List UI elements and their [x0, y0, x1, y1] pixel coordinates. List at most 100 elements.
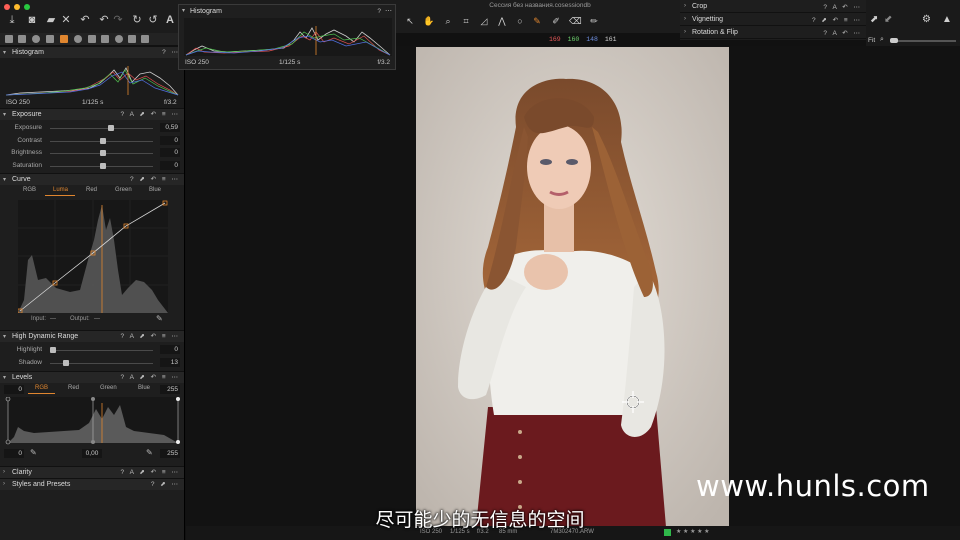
highlight-slider-track[interactable] [50, 350, 153, 351]
text-icon[interactable]: A [164, 14, 176, 26]
curve-tab-blue[interactable]: Blue [149, 187, 161, 193]
styles-section-header[interactable]: › Styles and Presets ? ⬈ ⋯ [0, 478, 184, 490]
levels-top-right-value[interactable]: 255 [160, 385, 180, 394]
rotate-icon[interactable]: ↺ [147, 14, 159, 26]
exposure-value[interactable]: 0,59 [160, 123, 180, 132]
crop-section-header[interactable]: › Crop ? A ↶ ⋯ [680, 0, 866, 13]
brightness-slider-knob[interactable] [100, 150, 106, 156]
camera-icon[interactable]: ◙ [26, 14, 38, 26]
vignetting-section-header[interactable]: › Vignetting ? ⬈ ↶ ≡ ⋯ [680, 13, 866, 26]
shadow-slider-knob[interactable] [63, 359, 69, 366]
annotate-tool-icon[interactable]: ✏ [588, 15, 600, 27]
zoom-slider-knob[interactable] [890, 38, 898, 43]
apply-icon[interactable]: ⬋ [884, 14, 892, 25]
crop-tool-icon[interactable]: ⌗ [460, 15, 472, 27]
undo-icon[interactable]: ↶ [79, 14, 91, 26]
picker-tool-icon[interactable]: ✎ [531, 15, 543, 27]
minimize-window-button[interactable] [14, 4, 20, 10]
levels-tab-red[interactable]: Red [68, 385, 79, 391]
redo-icon[interactable]: ↷ [112, 14, 124, 26]
tab-exposure[interactable] [60, 35, 68, 43]
tab-library[interactable] [5, 35, 13, 43]
exposure-section-header[interactable]: ▾ Exposure ? A ⬈ ↶ ≡ ⋯ [0, 108, 184, 120]
tab-local[interactable] [88, 35, 96, 43]
folder-icon[interactable]: ▰ [45, 14, 57, 26]
eraser-tool-icon[interactable]: ⌫ [569, 15, 582, 27]
exposure-slider-knob[interactable] [108, 125, 114, 131]
section-controls[interactable]: ? A ⬈ ↶ ≡ ⋯ [121, 332, 180, 340]
section-controls[interactable]: ? A ⬈ ↶ ≡ ⋯ [121, 468, 180, 476]
section-controls[interactable]: ? A ↶ ⋯ [823, 3, 862, 11]
saturation-slider-knob[interactable] [100, 162, 106, 169]
reset-icon[interactable]: ↻ [131, 14, 143, 26]
zoom-tool-icon[interactable]: ⌕ [442, 15, 454, 27]
exposure-slider-track[interactable] [50, 128, 153, 129]
spot-tool-icon[interactable]: ○ [514, 15, 526, 27]
levels-bottom-mid-value[interactable]: 0,00 [82, 449, 102, 458]
hdr-section-header[interactable]: ▾ High Dynamic Range ? A ⬈ ↶ ≡ ⋯ [0, 330, 184, 342]
tab-batch[interactable] [141, 35, 149, 43]
help-icon[interactable]: ? [377, 8, 381, 15]
tab-output[interactable] [128, 35, 136, 43]
curve-tab-green[interactable]: Green [115, 187, 132, 193]
section-controls[interactable]: ? ⬈ ↶ ≡ ⋯ [812, 16, 862, 24]
tab-capture[interactable] [18, 35, 26, 43]
contrast-slider-knob[interactable] [100, 137, 106, 144]
more-icon[interactable]: ⋯ [385, 7, 392, 15]
delete-icon[interactable]: ✕ [60, 14, 72, 26]
floating-histogram-window[interactable]: ▾ Histogram ? ⋯ ISO 250 1/125 s f/3.2 [178, 4, 396, 70]
section-controls[interactable]: ? A ⬈ ↶ ≡ ⋯ [121, 373, 180, 381]
curve-tab-luma[interactable]: Luma [53, 187, 68, 193]
color-tag-icon[interactable] [664, 529, 671, 536]
keystone-tool-icon[interactable]: ⋀ [496, 15, 508, 27]
levels-bottom-left-value[interactable]: 0 [4, 449, 24, 458]
zoom-slider[interactable] [890, 38, 956, 43]
saturation-value[interactable]: 0 [160, 160, 180, 170]
straighten-tool-icon[interactable]: ◿ [478, 15, 490, 27]
curve-graph[interactable] [18, 200, 168, 313]
brightness-value[interactable]: 0 [160, 148, 180, 157]
undo2-icon[interactable]: ↶ [98, 14, 110, 26]
tab-color[interactable] [74, 35, 82, 43]
tab-details[interactable] [101, 35, 109, 43]
curve-picker-icon[interactable]: ✎ [156, 314, 163, 323]
tab-lens[interactable] [32, 35, 40, 43]
section-controls[interactable]: ? A ⬈ ↶ ≡ ⋯ [121, 110, 180, 118]
section-controls[interactable]: ? ⬈ ⋯ [151, 480, 180, 488]
levels-bottom-right-value[interactable]: 255 [160, 449, 180, 458]
highlight-value[interactable]: 0 [160, 345, 180, 354]
zoom-window-button[interactable] [24, 4, 30, 10]
rating-stars[interactable]: ★ ★ ★ ★ ★ [676, 528, 710, 535]
section-controls[interactable]: ? A ↶ ⋯ [823, 29, 862, 37]
levels-tab-blue[interactable]: Blue [138, 385, 150, 391]
levels-graph[interactable] [4, 397, 182, 445]
shadow-value[interactable]: 13 [160, 357, 180, 367]
rotation-section-header[interactable]: › Rotation & Flip ? A ↶ ⋯ [680, 26, 866, 39]
highlight-slider-knob[interactable] [50, 347, 56, 353]
section-controls[interactable]: ? ⬈ ↶ ≡ ⋯ [130, 175, 180, 183]
curve-tab-rgb[interactable]: RGB [23, 187, 36, 193]
curve-section-header[interactable]: ▾ Curve ? ⬈ ↶ ≡ ⋯ [0, 173, 184, 185]
zoom-icon[interactable]: ⌕ [880, 36, 884, 44]
levels-section-header[interactable]: ▾ Levels ? A ⬈ ↶ ≡ ⋯ [0, 371, 184, 383]
cursor-tool-icon[interactable]: ⬈ [870, 14, 878, 25]
levels-tab-rgb[interactable]: RGB [35, 385, 48, 391]
gear-icon[interactable]: ⚙ [922, 14, 931, 25]
contrast-value[interactable]: 0 [160, 135, 180, 145]
fit-label[interactable]: Fit [868, 37, 875, 44]
chevron-down-icon[interactable]: ▾ [182, 7, 185, 14]
pointer-tool-icon[interactable]: ↖ [404, 15, 416, 27]
tab-composition[interactable] [46, 35, 54, 43]
portrait-photo[interactable] [416, 47, 729, 527]
histogram-section-header[interactable]: ▾ Histogram ? ⋯ [0, 46, 184, 58]
brush-tool-icon[interactable]: ✐ [550, 15, 562, 27]
clarity-section-header[interactable]: › Clarity ? A ⬈ ↶ ≡ ⋯ [0, 466, 184, 478]
levels-black-picker-icon[interactable]: ✎ [30, 448, 37, 457]
levels-white-picker-icon[interactable]: ✎ [146, 448, 153, 457]
close-window-button[interactable] [4, 4, 10, 10]
import-icon[interactable]: ⤓ [6, 14, 18, 26]
warning-icon[interactable]: ▲ [942, 14, 952, 25]
curve-tab-red[interactable]: Red [86, 187, 97, 193]
tab-metadata[interactable] [115, 35, 123, 43]
levels-tab-green[interactable]: Green [100, 385, 117, 391]
